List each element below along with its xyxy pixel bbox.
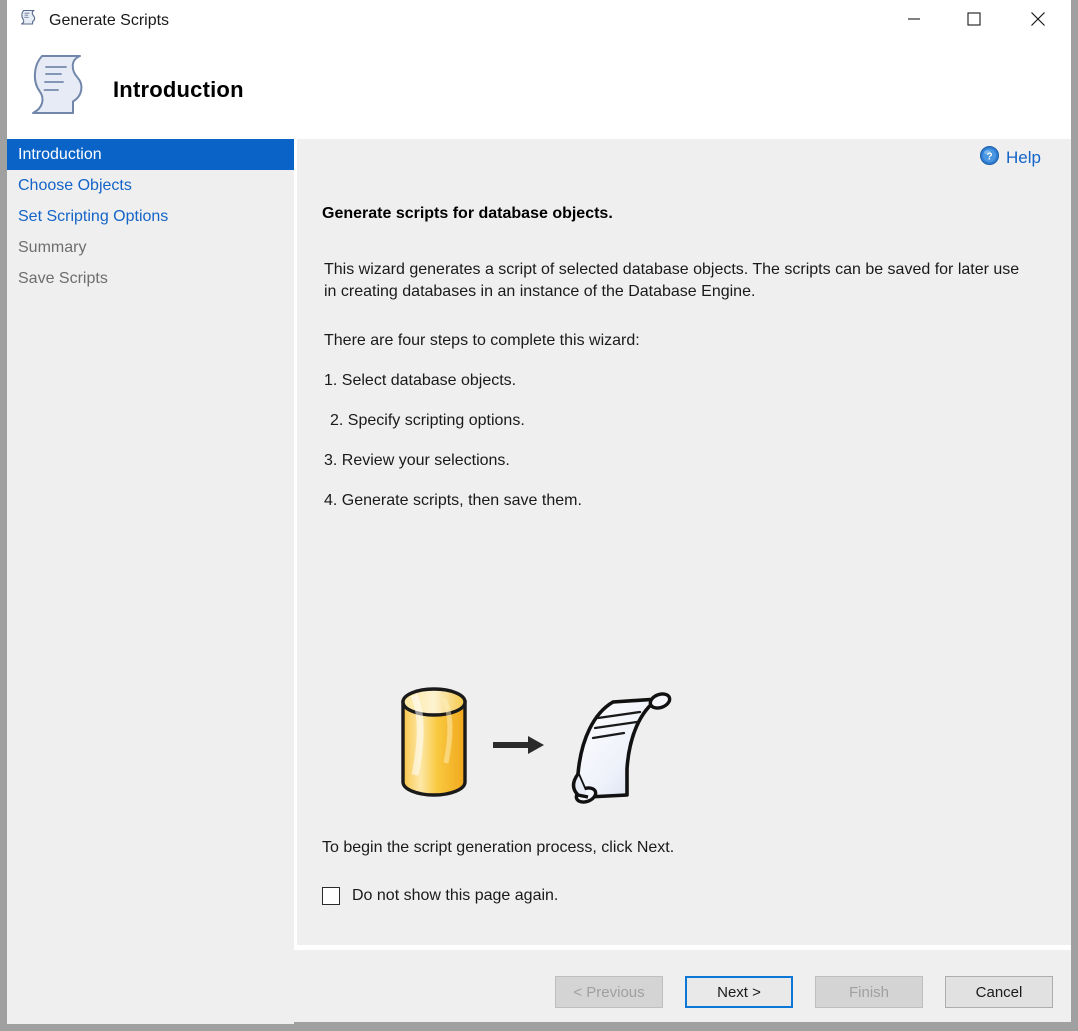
button-label: < Previous: [573, 984, 644, 1001]
steps-list: 1. Select database objects. 2. Specify s…: [324, 371, 824, 531]
page-header: Introduction: [7, 37, 1071, 138]
sidebar-item-choose-objects[interactable]: Choose Objects: [7, 170, 294, 201]
list-item: 4. Generate scripts, then save them.: [324, 491, 824, 531]
wizard-footer: < Previous Next > Finish Cancel: [7, 950, 1071, 1022]
help-label: Help: [1006, 148, 1041, 168]
window-title: Generate Scripts: [49, 10, 169, 32]
sidebar-item-introduction[interactable]: Introduction: [7, 139, 294, 170]
steps-intro-text: There are four steps to complete this wi…: [324, 332, 640, 350]
button-label: Next >: [717, 984, 761, 1001]
sidebar-item-label: Save Scripts: [18, 270, 108, 288]
next-button[interactable]: Next >: [685, 976, 793, 1008]
do-not-show-again-checkbox[interactable]: [322, 887, 340, 905]
do-not-show-again-checkbox-row[interactable]: Do not show this page again.: [322, 887, 558, 905]
generate-scripts-window: Generate Scripts Intr: [0, 0, 1078, 1031]
wizard-illustration: [382, 679, 692, 839]
sidebar-item-save-scripts: Save Scripts: [7, 263, 294, 294]
scroll-document-icon: [574, 691, 672, 804]
sidebar-item-label: Summary: [18, 239, 86, 257]
arrow-right-icon: [493, 736, 544, 754]
content-paragraph: This wizard generates a script of select…: [324, 259, 1034, 303]
sidebar-item-label: Set Scripting Options: [18, 208, 168, 226]
svg-text:?: ?: [986, 151, 992, 162]
help-link[interactable]: ? Help: [980, 146, 1041, 170]
script-scroll-icon: [25, 50, 93, 124]
page-title: Introduction: [113, 77, 244, 103]
minimize-icon: [907, 12, 921, 26]
previous-button: < Previous: [555, 976, 663, 1008]
title-bar: Generate Scripts: [7, 0, 1071, 37]
begin-instruction-text: To begin the script generation process, …: [322, 839, 674, 857]
content-panel: ? Help Generate scripts for database obj…: [297, 139, 1071, 945]
title-bar-left: Generate Scripts: [18, 7, 169, 34]
sidebar-item-summary: Summary: [7, 232, 294, 263]
wizard-step-sidebar: Introduction Choose Objects Set Scriptin…: [7, 139, 294, 1024]
button-label: Finish: [849, 984, 889, 1001]
list-item: 1. Select database objects.: [324, 371, 824, 411]
maximize-icon: [967, 12, 981, 26]
list-item: 2. Specify scripting options.: [324, 411, 824, 451]
maximize-button[interactable]: [951, 0, 997, 37]
close-icon: [1030, 11, 1046, 27]
sidebar-item-label: Choose Objects: [18, 177, 132, 195]
do-not-show-again-label: Do not show this page again.: [352, 887, 558, 905]
button-label: Cancel: [976, 984, 1023, 1001]
cancel-button[interactable]: Cancel: [945, 976, 1053, 1008]
database-cylinder-icon: [403, 689, 465, 795]
list-item: 3. Review your selections.: [324, 451, 824, 491]
sidebar-item-set-scripting-options[interactable]: Set Scripting Options: [7, 201, 294, 232]
sidebar-item-label: Introduction: [18, 146, 102, 164]
help-circle-icon: ?: [980, 146, 999, 170]
content-heading: Generate scripts for database objects.: [322, 205, 613, 223]
close-button[interactable]: [1015, 0, 1061, 37]
finish-button: Finish: [815, 976, 923, 1008]
minimize-button[interactable]: [891, 0, 937, 37]
script-scroll-icon: [18, 7, 40, 34]
footer-button-group: < Previous Next > Finish Cancel: [555, 976, 1053, 1008]
